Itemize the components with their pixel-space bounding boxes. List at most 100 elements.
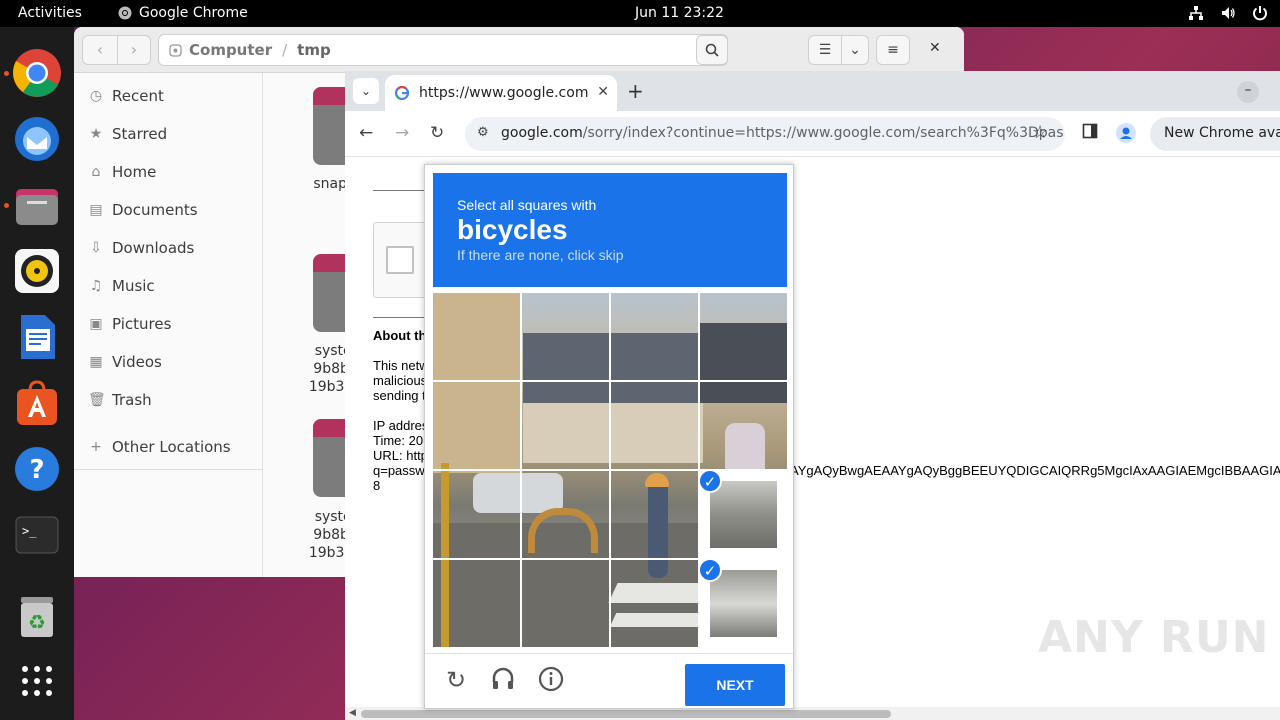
sidebar-item-downloads[interactable]: ⇩ Downloads — [88, 235, 194, 261]
anyrun-watermark: ANY RUN — [1038, 612, 1270, 663]
files-icon[interactable] — [13, 181, 61, 229]
captcha-hint: If there are none, click skip — [457, 247, 624, 263]
address-bar[interactable]: ⚙ google.com/sorry/index?continue=https:… — [465, 117, 1065, 151]
home-icon: ⌂ — [91, 164, 101, 180]
pole — [441, 463, 449, 647]
captcha-header: Select all squares with bicycles If ther… — [433, 173, 787, 287]
url-text[interactable]: URL: http — [373, 448, 428, 463]
path-root[interactable]: Computer — [189, 41, 272, 59]
query-text: q=passw — [373, 463, 425, 478]
sidebar-label: Other Locations — [112, 438, 231, 456]
rhythmbox-icon[interactable] — [13, 247, 61, 295]
url-host: google.com — [501, 125, 583, 141]
captcha-tile-selected[interactable]: ✓ — [698, 558, 787, 647]
next-button[interactable]: NEXT — [685, 664, 785, 706]
reload-icon[interactable]: ↻ — [442, 666, 470, 695]
site-info-icon[interactable]: ⚙ — [477, 125, 489, 140]
child-figure — [648, 478, 668, 578]
running-indicator — [4, 71, 9, 76]
sidebar-label: Videos — [112, 353, 162, 371]
crosswalk — [609, 613, 707, 627]
thunderbird-icon[interactable] — [13, 115, 61, 163]
chrome-small-icon — [118, 6, 132, 20]
page-text: malicious — [373, 373, 428, 388]
sidebar-item-pictures[interactable]: ▣ Pictures — [88, 311, 171, 337]
document-icon: ▤ — [89, 202, 103, 218]
recaptcha-checkbox[interactable] — [386, 246, 414, 274]
captcha-tile-selected[interactable]: ✓ — [698, 469, 787, 558]
path-bar[interactable]: Computer/tmp ⋮ — [158, 34, 728, 66]
app-name: Google Chrome — [139, 5, 248, 21]
car — [473, 473, 563, 513]
info-icon[interactable] — [537, 666, 565, 699]
clock[interactable]: Jun 11 23:22 — [635, 5, 724, 21]
video-icon: ▦ — [89, 354, 103, 370]
main-menu-button[interactable]: ≡ — [876, 35, 910, 65]
sidebar-item-videos[interactable]: ▦ Videos — [88, 349, 162, 375]
new-chrome-available-button[interactable]: New Chrome ava — [1150, 117, 1280, 151]
browser-toolbar: ← → ↻ ⚙ google.com/sorry/index?continue=… — [345, 111, 1280, 157]
checkmark-icon: ✓ — [698, 558, 722, 582]
list-view-icon: ☰ — [818, 42, 832, 58]
reload-icon[interactable]: ↻ — [430, 123, 444, 143]
minimize-button[interactable]: – — [1237, 81, 1259, 103]
close-icon[interactable]: ✕ — [929, 40, 941, 56]
close-tab-icon[interactable]: ✕ — [597, 84, 609, 100]
system-tray[interactable] — [1188, 5, 1268, 21]
sidebar-item-starred[interactable]: ★ Starred — [88, 121, 167, 147]
captcha-dialog: Select all squares with bicycles If ther… — [424, 164, 794, 709]
activities-button[interactable]: Activities — [18, 5, 82, 21]
scrollbar-thumb[interactable] — [361, 710, 891, 718]
svg-text:>_: >_ — [22, 524, 37, 538]
rail — [528, 508, 598, 553]
sidebar-item-home[interactable]: ⌂ Home — [88, 159, 157, 185]
path-current[interactable]: tmp — [297, 41, 331, 59]
trash-icon[interactable]: ♻ — [13, 593, 61, 641]
files-sidebar: ◷ Recent ★ Starred ⌂ Home ▤ Documents ⇩ Downl… — [74, 73, 263, 577]
profile-icon[interactable] — [1116, 123, 1136, 148]
libreoffice-writer-icon[interactable] — [13, 313, 61, 361]
page-text: sending t — [373, 388, 426, 403]
bookmark-star-icon[interactable]: ☆ — [1032, 122, 1048, 143]
forward-button[interactable]: › — [117, 35, 151, 65]
view-options-button[interactable]: ⌄ — [841, 35, 869, 65]
page-text: 8 — [373, 478, 381, 493]
building-wall — [523, 403, 703, 463]
about-heading: About th — [373, 328, 427, 343]
list-view-button[interactable]: ☰ — [808, 35, 842, 65]
terminal-icon[interactable]: >_ — [13, 511, 61, 559]
path-separator: / — [282, 41, 288, 59]
hamburger-icon: ≡ — [887, 42, 899, 58]
back-arrow-icon[interactable]: ← — [359, 123, 373, 143]
chevron-down-icon: ⌄ — [360, 84, 372, 98]
audio-icon[interactable] — [489, 666, 517, 699]
app-menu[interactable]: Google Chrome — [118, 5, 248, 21]
app-center-icon[interactable] — [13, 379, 61, 427]
tab-google[interactable]: https://www.google.com ✕ — [385, 75, 617, 111]
sidebar-item-music[interactable]: ♫ Music — [88, 273, 155, 299]
new-tab-button[interactable]: + — [627, 79, 644, 103]
captcha-instruction: Select all squares with — [457, 197, 597, 213]
url-path: /sorry/index?continue=https://www.google… — [582, 125, 1065, 141]
roof — [699, 323, 787, 403]
download-icon: ⇩ — [90, 240, 102, 256]
captcha-target: bicycles — [457, 214, 568, 245]
sidebar-item-recent[interactable]: ◷ Recent — [88, 83, 164, 109]
scroll-left-icon[interactable]: ◀ — [349, 707, 356, 720]
search-button[interactable] — [696, 35, 728, 65]
app-grid-icon[interactable] — [13, 657, 61, 705]
help-icon[interactable]: ? — [13, 445, 61, 493]
sidebar-item-documents[interactable]: ▤ Documents — [88, 197, 197, 223]
tab-search-button[interactable]: ⌄ — [353, 78, 379, 104]
side-panel-icon[interactable] — [1082, 123, 1098, 144]
crosswalk — [608, 583, 708, 603]
ip-address-text: IP addres — [373, 418, 429, 433]
drive-icon — [169, 44, 182, 57]
back-button[interactable]: ‹ — [82, 35, 118, 65]
sidebar-item-trash[interactable]: 🗑 Trash — [88, 387, 152, 413]
chrome-icon[interactable] — [13, 49, 61, 97]
network-icon — [1189, 6, 1203, 20]
sidebar-item-other-locations[interactable]: + Other Locations — [88, 434, 231, 460]
forward-arrow-icon[interactable]: → — [395, 123, 409, 143]
svg-text:?: ? — [29, 455, 44, 485]
